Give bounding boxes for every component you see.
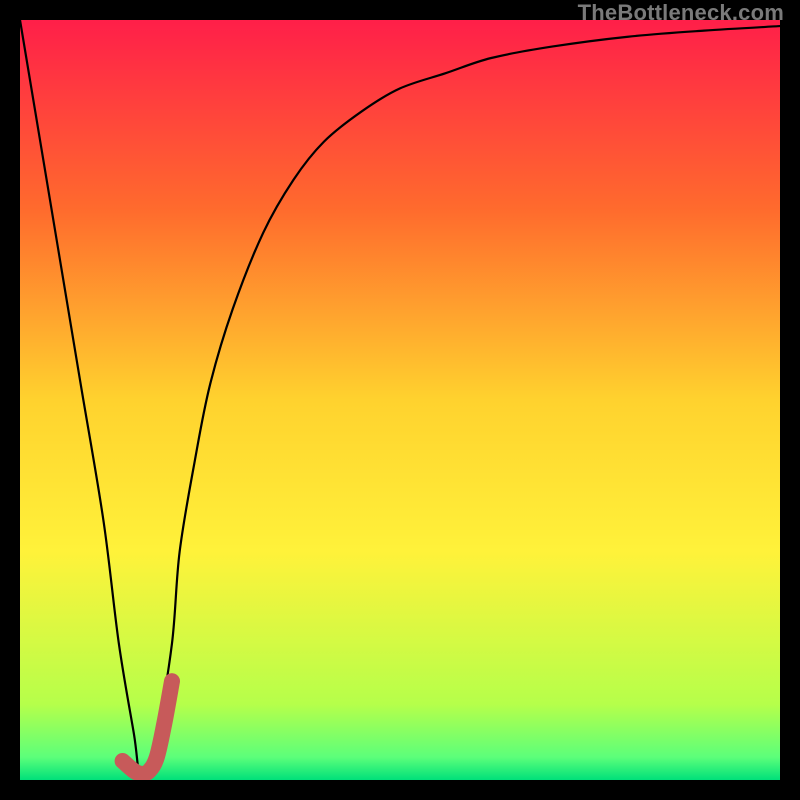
watermark-text: TheBottleneck.com	[578, 0, 784, 26]
chart-root: { "watermark": { "text": "TheBottleneck.…	[0, 0, 800, 800]
gradient-background	[20, 20, 780, 780]
plot-area	[20, 20, 780, 780]
chart-svg	[20, 20, 780, 780]
